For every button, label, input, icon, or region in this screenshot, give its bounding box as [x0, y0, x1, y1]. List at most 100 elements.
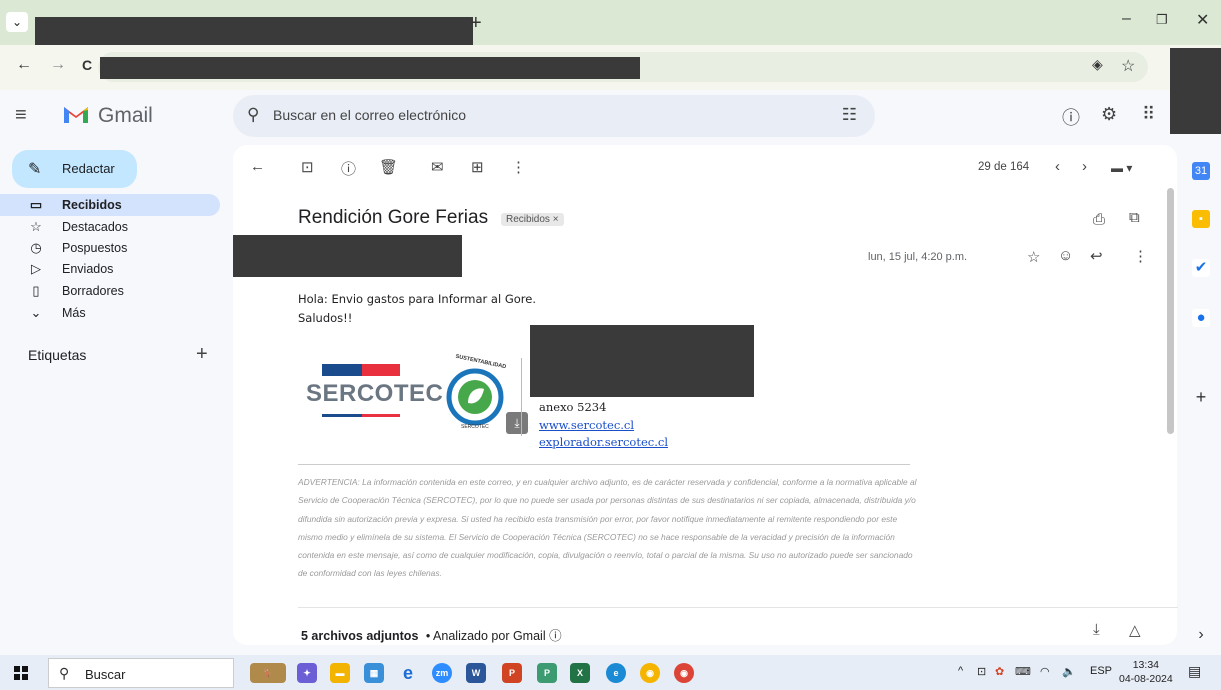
zoom-icon[interactable]: zm: [432, 663, 452, 683]
notifications-icon[interactable]: ▤: [1188, 663, 1201, 680]
email-subject: Rendición Gore Ferias: [298, 207, 489, 228]
star-message-icon[interactable]: ☆: [1027, 248, 1040, 266]
explorador-link[interactable]: explorador.sercotec.cl: [539, 435, 668, 449]
windows-taskbar: ⚲ Buscar 🦌 ✦ ▬ ▦ e zm W P P X e ◉ ◉ ^ ⊡ …: [0, 655, 1221, 690]
chrome-icon[interactable]: ◉: [640, 663, 660, 683]
tasks-icon[interactable]: ✔: [1192, 259, 1210, 277]
sidebar-item-more[interactable]: ⌄ Más: [0, 302, 220, 324]
new-tab-button[interactable]: +: [470, 12, 482, 35]
more-options-icon[interactable]: ⋮: [511, 158, 526, 176]
publisher-icon[interactable]: P: [537, 663, 557, 683]
email-view: ← ⊡ ⓘ 🗑 ✉ ⊞ ⋮ 29 de 164 ‹ › ▬ ▾ Rendició…: [233, 145, 1178, 645]
redacted-url: [100, 57, 640, 79]
sidebar-item-label: Enviados: [62, 262, 114, 276]
search-input[interactable]: Buscar en el correo electrónico: [273, 107, 466, 123]
sercotec-link[interactable]: www.sercotec.cl: [539, 418, 634, 432]
move-to-icon[interactable]: ⊞: [471, 158, 484, 176]
help-icon[interactable]: ⓘ: [1062, 104, 1080, 130]
powerpoint-icon[interactable]: P: [502, 663, 522, 683]
settings-gear-icon[interactable]: ⚙: [1101, 104, 1117, 125]
taskbar-clock[interactable]: 13:34 04-08-2024: [1119, 658, 1173, 686]
open-new-window-icon[interactable]: ⧉: [1129, 209, 1140, 226]
sidebar-item-drafts[interactable]: ▯ Borradores: [0, 280, 220, 302]
sidebar-item-snoozed[interactable]: ◷ Pospuestos: [0, 237, 220, 259]
tray-colorful-icon[interactable]: ✿: [995, 665, 1004, 678]
calendar-icon[interactable]: 31: [1192, 162, 1210, 180]
widget-deer-icon[interactable]: 🦌: [250, 663, 286, 683]
save-to-drive-icon[interactable]: △: [1129, 621, 1141, 639]
taskbar-search-label: Buscar: [85, 667, 126, 682]
badge-bottom-text: SERCOTEC: [461, 424, 489, 430]
reply-icon[interactable]: ↩: [1090, 247, 1103, 265]
labels-heading: Etiquetas: [28, 347, 87, 363]
inbox-icon: ▭: [29, 197, 43, 212]
eye-off-icon[interactable]: ◈: [1092, 56, 1103, 73]
report-spam-icon[interactable]: ⓘ: [341, 158, 356, 179]
mark-unread-icon[interactable]: ✉: [431, 158, 444, 176]
attachments-scan-note[interactable]: • Analizado por Gmail ⓘ: [426, 629, 562, 643]
message-counter: 29 de 164: [978, 161, 1030, 173]
inbox-label-chip[interactable]: Recibidos ×: [501, 213, 564, 226]
search-bar[interactable]: ⚲ Buscar en el correo electrónico ☷: [233, 95, 875, 137]
minimize-button[interactable]: –: [1122, 10, 1131, 28]
bookmark-star-icon[interactable]: ☆: [1121, 56, 1135, 76]
sidebar-item-label: Recibidos: [62, 198, 122, 212]
print-icon[interactable]: ⎙: [1093, 211, 1105, 228]
excel-icon[interactable]: X: [570, 663, 590, 683]
windows-start-icon[interactable]: [14, 666, 28, 680]
body-line: Saludos!!: [298, 311, 353, 325]
search-icon[interactable]: ⚲: [247, 105, 259, 125]
reload-icon[interactable]: C: [82, 57, 92, 73]
body-line: Hola: Envio gastos para Informar al Gore…: [298, 292, 536, 306]
taskbar-search[interactable]: ⚲ Buscar: [48, 658, 234, 688]
apps-grid-icon[interactable]: ⠿: [1142, 104, 1155, 125]
attachments-count: 5 archivos adjuntos: [301, 629, 419, 643]
sidebar-item-starred[interactable]: ☆ Destacados: [0, 216, 220, 238]
file-explorer-icon[interactable]: ▬: [330, 663, 350, 683]
next-message-icon[interactable]: ›: [1082, 158, 1087, 175]
close-window-button[interactable]: ✕: [1196, 10, 1209, 30]
tab-list-button[interactable]: ⌄: [6, 12, 28, 32]
keep-icon[interactable]: ▪: [1192, 210, 1210, 228]
main-menu-icon[interactable]: ≡: [15, 104, 27, 127]
edge-icon[interactable]: e: [606, 663, 626, 683]
sidebar-item-sent[interactable]: ▷ Enviados: [0, 258, 220, 280]
volume-icon[interactable]: 🔈: [1062, 665, 1076, 678]
clock-time: 13:34: [1132, 659, 1159, 671]
compose-button[interactable]: ✎ Redactar: [12, 150, 137, 188]
delete-icon[interactable]: 🗑: [379, 158, 398, 176]
sidebar-item-inbox[interactable]: ▭ Recibidos: [0, 194, 220, 216]
chrome-profile-icon[interactable]: ◉: [674, 663, 694, 683]
control-panel-icon[interactable]: ▦: [364, 663, 384, 683]
scrollbar[interactable]: [1167, 188, 1174, 434]
forward-arrow-icon[interactable]: →: [50, 56, 66, 74]
tray-expand-icon[interactable]: ^: [958, 665, 963, 677]
redacted-sender: [233, 235, 462, 277]
contacts-icon[interactable]: ●: [1192, 309, 1210, 327]
show-side-panel-icon[interactable]: ›: [1192, 626, 1210, 644]
add-addon-icon[interactable]: +: [1192, 388, 1210, 406]
gmail-logo-text: Gmail: [98, 104, 153, 127]
wifi-icon[interactable]: ◠: [1040, 665, 1050, 678]
ime-icon[interactable]: ⌨: [1015, 665, 1031, 678]
message-more-icon[interactable]: ⋮: [1133, 247, 1148, 265]
word-icon[interactable]: W: [466, 663, 486, 683]
download-all-icon[interactable]: ⤓: [1093, 621, 1100, 638]
archive-icon[interactable]: ⊡: [301, 158, 314, 176]
download-image-icon[interactable]: ⤓: [506, 412, 528, 434]
search-icon: ⚲: [59, 665, 70, 681]
search-options-icon[interactable]: ☷: [842, 105, 857, 125]
restore-button[interactable]: ❐: [1156, 12, 1168, 28]
divider: [298, 464, 910, 465]
send-icon: ▷: [31, 261, 41, 276]
language-indicator[interactable]: ESP: [1090, 665, 1112, 677]
emoji-reaction-icon[interactable]: ☺: [1058, 247, 1073, 264]
internet-explorer-icon[interactable]: e: [398, 663, 418, 683]
back-arrow-icon[interactable]: ←: [16, 56, 32, 74]
input-tools-icon[interactable]: ▬ ▾: [1111, 161, 1132, 175]
copilot-icon[interactable]: ✦: [297, 663, 317, 683]
tray-app-icon[interactable]: ⊡: [977, 665, 986, 678]
add-label-icon[interactable]: +: [196, 343, 208, 366]
back-to-inbox-icon[interactable]: ←: [250, 158, 265, 175]
prev-message-icon[interactable]: ‹: [1055, 158, 1060, 175]
